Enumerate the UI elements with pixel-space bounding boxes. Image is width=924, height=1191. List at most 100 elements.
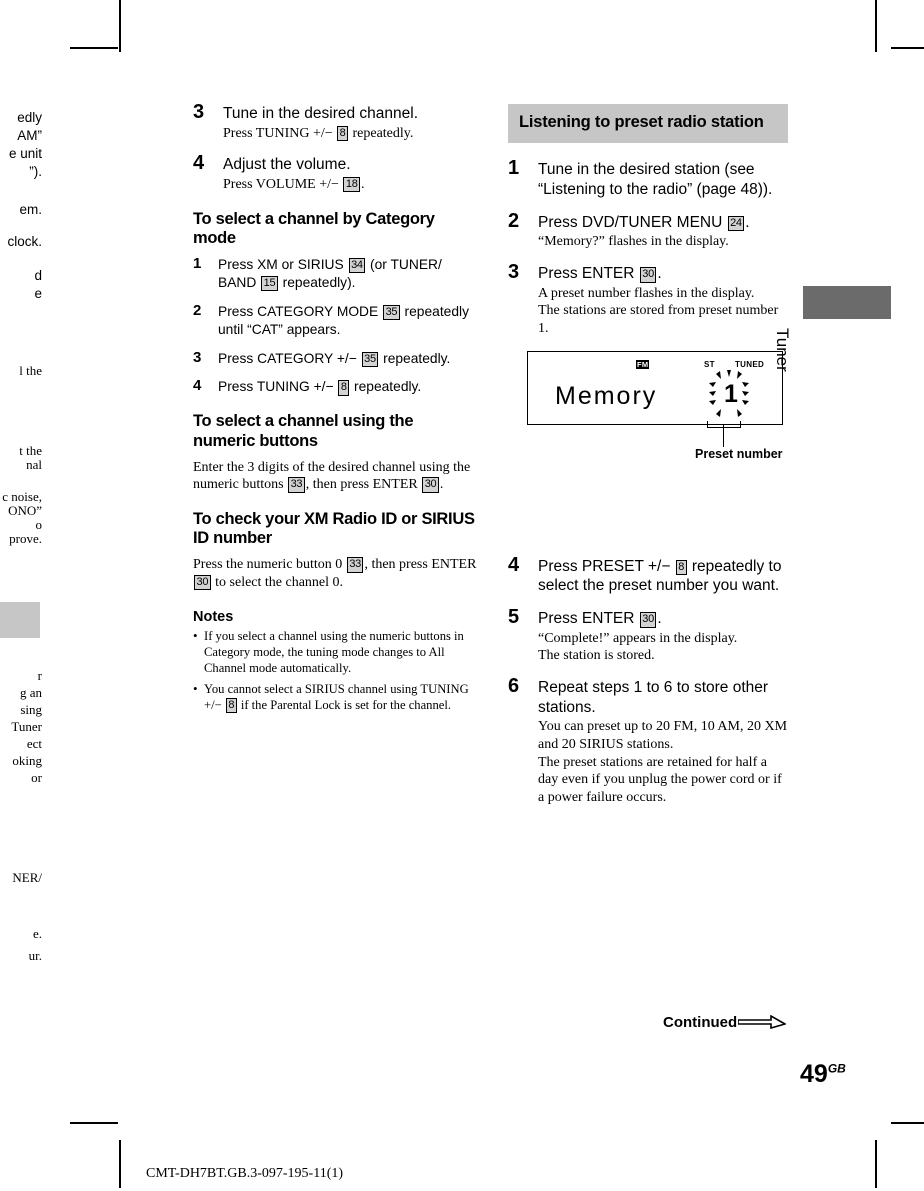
step-number: 4 [193,152,205,175]
crop-mark-bottom-right-horizontal [891,1122,924,1124]
category-step-1: 1 Press XM or SIRIUS 34 (or TUNER/ BAND … [193,256,478,292]
reference-number-badge: 8 [337,125,348,142]
bullet-icon: • [193,628,198,644]
step-instruction: Press ENTER 30. [538,610,662,628]
reference-number-badge: 8 [225,697,237,714]
left-column-text-fragment: e unit [8,146,42,161]
tuned-indicator-icon: TUNED [735,359,765,369]
reference-number-badge: 33 [288,477,305,493]
step-detail: “Memory?” flashes in the display. [538,234,729,250]
left-column-text-fragment: edly [17,110,42,125]
left-cut-off-column: edly AM” e unit”). em. clock. d e l the t the nal… [0,0,44,1191]
step-instruction: Tune in the desired channel. [223,105,419,122]
step-number: 4 [193,377,202,395]
left-column-text-fragment: g an [19,685,42,700]
step-number: 4 [508,553,520,576]
left-column-text-fragment: sing [20,702,42,717]
flashing-rays-icon [709,369,749,417]
callout-bracket [707,420,741,428]
notes-heading: Notes [193,609,234,626]
section-banner-listening-preset: Listening to preset radio station [508,104,788,144]
left-column-text-fragment: prove. [9,531,42,546]
step-number: 1 [193,254,202,272]
step-instruction: Adjust the volume. [223,156,351,174]
subheading-numeric-buttons: To select a channel using the numeric bu… [193,412,414,450]
reference-number-badge: 30 [639,612,657,628]
reference-number-badge: 30 [422,477,439,493]
step-instruction: Press TUNING +/− 8 repeatedly. [218,379,422,396]
step-detail: A preset number flashes in the display. T… [538,285,779,337]
note-text: If you select a channel using the numeri… [204,629,464,676]
left-column-text-fragment: e [34,286,42,301]
middle-text-column: 3 Tune in the desired channel. Press TUN… [193,102,478,719]
step-instruction: Press CATEGORY MODE 35 repeatedly until … [218,303,469,337]
note-item: • If you select a channel using the nume… [193,628,478,677]
step-instruction: Press CATEGORY +/− 35 repeatedly. [218,350,451,368]
crop-mark-top-left-horizontal [70,47,118,49]
step-number: 5 [508,606,520,628]
preset-step-6: 6 Repeat steps 1 to 6 to store other sta… [508,674,788,806]
callout-line [723,424,724,447]
left-column-text-fragment: ”). [29,164,42,179]
continued-arrow-icon [738,1015,786,1029]
lcd-panel: FM ST TUNED Memory 1 [527,350,783,425]
note-text: You cannot select a SIRIUS channel using… [204,681,469,714]
left-column-text-fragment: NER/ [12,870,42,885]
reference-number-badge: 34 [348,257,366,274]
reference-number-badge: 8 [338,380,350,396]
left-column-gray-banner-fragment [0,602,40,638]
step-number: 1 [508,157,520,180]
crop-mark-bottom-left-vertical [119,1140,121,1188]
step-number: 6 [508,674,520,697]
lcd-display-illustration: FM ST TUNED Memory 1 Preset number [527,350,783,543]
fm-indicator-icon: FM [636,359,650,369]
category-step-2: 2 Press CATEGORY MODE 35 repeatedly unti… [193,303,478,339]
chapter-tab-label: Tuner [773,328,792,372]
step-instruction: Repeat steps 1 to 6 to store other stati… [538,678,769,716]
preset-step-4: 4 Press PRESET +/− 8 repeatedly to selec… [508,553,788,596]
left-column-text-fragment: AM” [17,128,42,143]
reference-number-badge: 33 [346,557,364,573]
reference-number-badge: 30 [639,267,657,283]
step-detail: “Complete!” appears in the display. The s… [538,630,738,664]
preset-step-5: 5 Press ENTER 30. “Complete!” appears in… [508,606,788,665]
left-column-text-fragment: nal [26,457,42,472]
left-column-text-fragment: d [34,268,42,283]
left-column-text-fragment: ect [26,736,42,751]
lcd-main-text: Memory [555,381,658,410]
category-step-3: 3 Press CATEGORY +/− 35 repeatedly. [193,350,478,368]
crop-mark-bottom-left-horizontal [70,1122,118,1124]
reference-number-badge: 8 [675,559,687,576]
radio-id-body: Press the numeric button 0 33, then pres… [193,557,477,591]
preset-step-2: 2 Press DVD/TUNER MENU 24. “Memory?” fla… [508,211,788,251]
crop-mark-bottom-right-vertical [875,1140,877,1188]
left-column-text-fragment: clock. [7,234,42,249]
step-instruction: Press DVD/TUNER MENU 24. [538,213,750,232]
numeric-buttons-body: Enter the 3 digits of the desired channe… [193,459,471,493]
step-instruction: Press ENTER 30. [538,265,662,283]
preset-step-3: 3 Press ENTER 30. A preset number flashe… [508,261,788,338]
reference-number-badge: 35 [361,351,379,368]
chapter-tab-marker [803,286,891,319]
step-detail: Press TUNING +/− 8 repeatedly. [223,125,414,142]
step-4-adjust-volume: 4 Adjust the volume. Press VOLUME +/− 18… [193,152,478,193]
page-region-code: GB [827,1061,846,1076]
category-step-4: 4 Press TUNING +/− 8 repeatedly. [193,378,478,396]
left-column-text-fragment: oking [12,753,42,768]
stereo-indicator-icon: ST [704,359,715,369]
step-3-tune-channel: 3 Tune in the desired channel. Press TUN… [193,102,478,142]
bullet-icon: • [193,680,198,696]
step-detail: Press VOLUME +/− 18. [223,176,365,193]
reference-number-badge: 30 [194,574,211,591]
step-number: 3 [508,261,520,284]
document-code: CMT-DH7BT.GB.3-097-195-11(1) [146,1166,344,1181]
reference-number-badge: 35 [383,304,400,321]
crop-mark-top-right-horizontal [891,47,924,49]
left-column-text-fragment: e. [32,926,42,941]
left-column-text-fragment: or [31,770,42,785]
left-column-text-fragment: r [37,668,42,683]
step-detail: You can preset up to 20 FM, 10 AM, 20 XM… [538,719,788,805]
page-number-value: 49 [800,1060,828,1088]
reference-number-badge: 24 [727,215,745,232]
crop-mark-top-right-vertical [875,0,877,52]
